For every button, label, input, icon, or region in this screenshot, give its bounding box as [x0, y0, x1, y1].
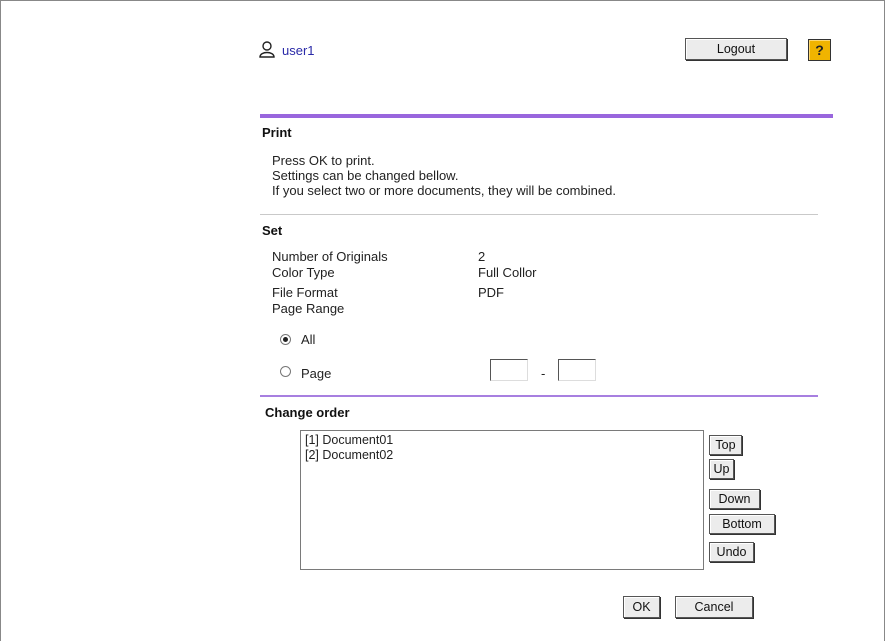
list-item[interactable]: [1] Document01	[305, 433, 699, 448]
setting-value-color-type: Full Collor	[478, 265, 537, 280]
setting-value-file-format: PDF	[478, 285, 504, 300]
setting-label-originals: Number of Originals	[272, 249, 388, 264]
page-to-input[interactable]	[558, 359, 596, 381]
print-section-title: Print	[262, 125, 292, 140]
divider	[260, 395, 818, 397]
print-instruction-3: If you select two or more documents, the…	[272, 183, 616, 198]
move-up-button[interactable]: Up	[709, 459, 734, 479]
print-instruction-1: Press OK to print.	[272, 153, 375, 168]
section-divider-bar	[260, 114, 833, 118]
user-icon	[258, 40, 276, 61]
setting-value-originals: 2	[478, 249, 486, 264]
move-bottom-button[interactable]: Bottom	[709, 514, 775, 534]
range-all-radio[interactable]	[280, 334, 291, 345]
help-icon[interactable]: ?	[808, 39, 831, 61]
document-order-list[interactable]: [1] Document01 [2] Document02	[300, 430, 704, 570]
user-info: user1	[258, 40, 315, 61]
username-link[interactable]: user1	[282, 43, 315, 58]
undo-button[interactable]: Undo	[709, 542, 754, 562]
range-page-label: Page	[301, 366, 332, 381]
ok-button[interactable]: OK	[623, 596, 660, 618]
range-all-label: All	[301, 332, 316, 347]
page-from-input[interactable]	[490, 359, 528, 381]
set-section-title: Set	[262, 223, 283, 238]
list-item[interactable]: [2] Document02	[305, 448, 699, 463]
logout-button[interactable]: Logout	[685, 38, 787, 60]
range-page-radio[interactable]	[280, 366, 291, 377]
print-instruction-2: Settings can be changed bellow.	[272, 168, 459, 183]
page-range-separator: -	[541, 366, 546, 381]
setting-label-color-type: Color Type	[272, 265, 335, 280]
setting-label-page-range: Page Range	[272, 301, 345, 316]
change-order-title: Change order	[265, 405, 350, 420]
move-top-button[interactable]: Top	[709, 435, 742, 455]
divider	[260, 214, 818, 215]
cancel-button[interactable]: Cancel	[675, 596, 753, 618]
move-down-button[interactable]: Down	[709, 489, 760, 509]
setting-label-file-format: File Format	[272, 285, 338, 300]
